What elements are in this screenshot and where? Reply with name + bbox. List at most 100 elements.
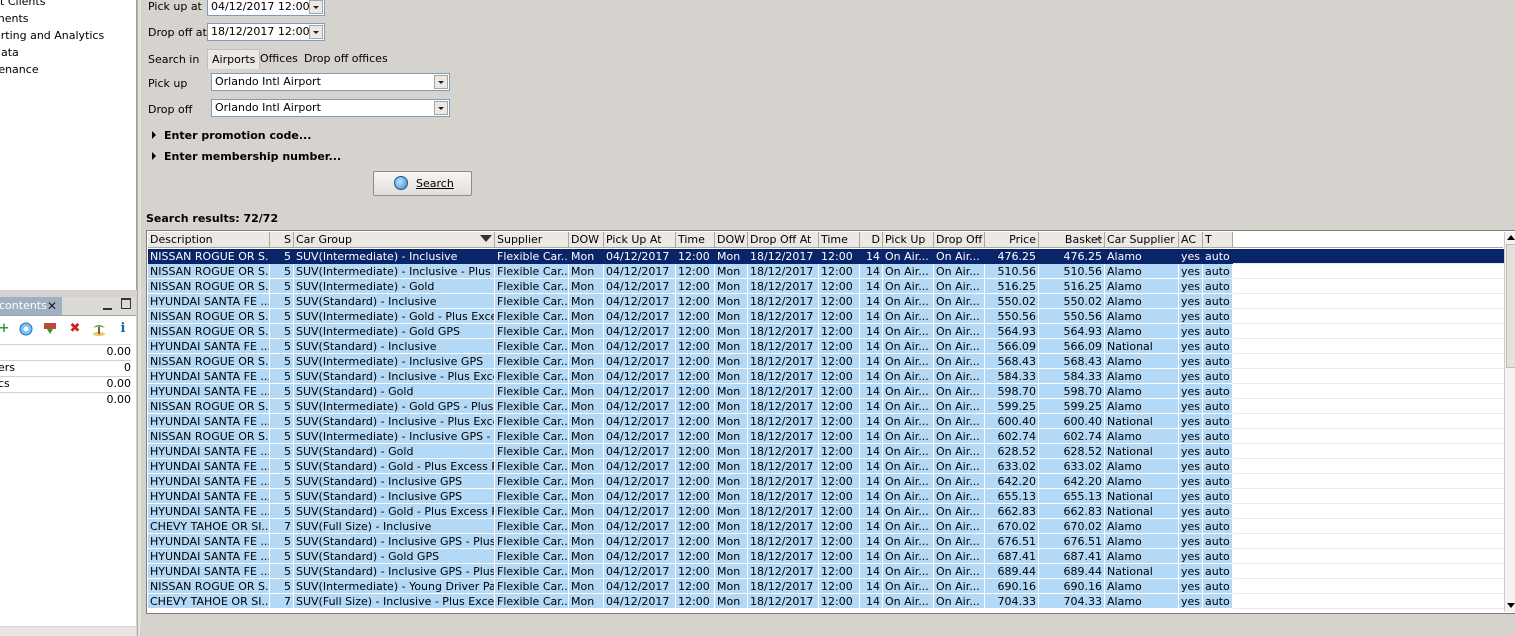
delete-icon[interactable]: ✖: [68, 322, 82, 336]
cell-pickup-time: 12:00: [676, 339, 715, 354]
table-row[interactable]: NISSAN ROGUE OR S... 5 SUV(Intermediate) -…: [148, 309, 1504, 324]
filter-icon[interactable]: [480, 235, 492, 242]
table-row[interactable]: HYUNDAI SANTA FE ... 5 SUV(Standard) - Gol…: [148, 504, 1504, 519]
download-icon[interactable]: [43, 322, 57, 336]
cell-dropoff-time: 12:00: [819, 564, 860, 579]
cell-dropoff-date: 18/12/2017: [748, 549, 819, 564]
pickup-datetime-field[interactable]: 04/12/2017 12:00: [207, 0, 325, 16]
column-header-pickup-date[interactable]: Pick Up At: [604, 232, 676, 248]
cell-car-supplier: National: [1105, 414, 1179, 429]
cell-price: 598.70: [985, 384, 1039, 399]
table-row[interactable]: HYUNDAI SANTA FE ... 5 SUV(Standard) - Inc…: [148, 414, 1504, 429]
pickup-location-select[interactable]: Orlando Intl Airport: [211, 73, 450, 91]
cell-dropoff-date: 18/12/2017: [748, 504, 819, 519]
cell-description: NISSAN ROGUE OR S...: [148, 399, 270, 414]
table-row[interactable]: NISSAN ROGUE OR S... 5 SUV(Intermediate) -…: [148, 264, 1504, 279]
nav-item-maintenance[interactable]: tenance: [0, 63, 39, 76]
panel-splitter[interactable]: [137, 0, 141, 636]
chevron-down-icon[interactable]: [309, 25, 323, 39]
maximize-icon[interactable]: [121, 298, 131, 309]
palm-tree-icon[interactable]: [92, 322, 106, 336]
cell-duration: 14: [860, 354, 883, 369]
table-row[interactable]: HYUNDAI SANTA FE ... 5 SUV(Standard) - Inc…: [148, 534, 1504, 549]
search-button[interactable]: Search: [373, 171, 472, 196]
column-header-description[interactable]: Description: [148, 232, 270, 248]
table-row[interactable]: HYUNDAI SANTA FE ... 5 SUV(Standard) - Gol…: [148, 459, 1504, 474]
table-row[interactable]: HYUNDAI SANTA FE ... 5 SUV(Standard) - Gol…: [148, 549, 1504, 564]
add-icon[interactable]: +: [0, 322, 11, 336]
column-header-ac[interactable]: AC: [1179, 232, 1203, 248]
table-row[interactable]: CHEVY TAHOE OR SI... 7 SUV(Full Size) - In…: [148, 519, 1504, 534]
cell-pickup-dow: Mon: [569, 504, 604, 519]
table-row[interactable]: HYUNDAI SANTA FE ... 5 SUV(Standard) - Inc…: [148, 294, 1504, 309]
cell-price: 550.02: [985, 294, 1039, 309]
table-row[interactable]: NISSAN ROGUE OR S... 5 SUV(Intermediate) -…: [148, 429, 1504, 444]
nav-item-payments[interactable]: ments: [0, 12, 29, 25]
chevron-down-icon[interactable]: [434, 101, 448, 115]
table-row[interactable]: HYUNDAI SANTA FE ... 5 SUV(Standard) - Inc…: [148, 339, 1504, 354]
table-row[interactable]: NISSAN ROGUE OR S... 5 SUV(Intermediate) -…: [148, 279, 1504, 294]
table-row[interactable]: CHEVY TAHOE OR SI... 7 SUV(Full Size) - In…: [148, 594, 1504, 609]
scrollbar-thumb[interactable]: [1506, 244, 1515, 368]
table-row[interactable]: NISSAN ROGUE OR S... 5 SUV(Intermediate) -…: [148, 399, 1504, 414]
table-row[interactable]: HYUNDAI SANTA FE ... 5 SUV(Standard) - Inc…: [148, 474, 1504, 489]
scroll-up-icon[interactable]: [1507, 235, 1515, 240]
column-header-pickup-time[interactable]: Time: [676, 232, 715, 248]
tab-offices[interactable]: Offices: [256, 49, 302, 69]
cell-dropoff-time: 12:00: [819, 579, 860, 594]
chevron-down-icon[interactable]: [434, 75, 448, 89]
cell-dropoff-location: On Air...: [934, 324, 985, 339]
column-header-duration[interactable]: D: [860, 232, 883, 248]
promotion-code-expander[interactable]: Enter promotion code...: [152, 129, 311, 142]
dropoff-datetime-field[interactable]: 18/12/2017 12:00: [207, 23, 325, 41]
table-row[interactable]: NISSAN ROGUE OR S... 5 SUV(Intermediate) -…: [148, 354, 1504, 369]
table-row[interactable]: HYUNDAI SANTA FE ... 5 SUV(Standard) - Inc…: [148, 489, 1504, 504]
column-header-car-supplier[interactable]: Car Supplier: [1105, 232, 1179, 248]
column-header-transmission[interactable]: T: [1203, 232, 1233, 248]
cell-dropoff-location: On Air...: [934, 459, 985, 474]
close-icon[interactable]: ✕: [47, 297, 57, 315]
nav-item-clients[interactable]: ct Clients: [0, 0, 45, 8]
column-header-dropoff-time[interactable]: Time: [819, 232, 860, 248]
column-header-dropoff-dow[interactable]: DOW: [715, 232, 748, 248]
cell-duration: 14: [860, 294, 883, 309]
contents-row-label: ers: [0, 361, 16, 374]
table-row[interactable]: NISSAN ROGUE OR S... 5 SUV(Intermediate) -…: [148, 249, 1504, 264]
column-header-pickup-dow[interactable]: DOW: [569, 232, 604, 248]
column-header-dropoff-location[interactable]: Drop Off: [934, 232, 985, 248]
cell-pickup-location: On Air...: [883, 399, 934, 414]
table-row[interactable]: HYUNDAI SANTA FE ... 5 SUV(Standard) - Inc…: [148, 564, 1504, 579]
cell-description: HYUNDAI SANTA FE ...: [148, 534, 270, 549]
column-header-seats[interactable]: S: [270, 232, 294, 248]
dropoff-location-select[interactable]: Orlando Intl Airport: [211, 99, 450, 117]
tab-airports[interactable]: Airports: [207, 49, 261, 69]
column-header-car-group[interactable]: Car Group: [294, 232, 495, 248]
tab-dropoff-offices[interactable]: Drop off offices: [300, 49, 392, 69]
column-header-pickup-location[interactable]: Pick Up: [883, 232, 934, 248]
table-row[interactable]: HYUNDAI SANTA FE ... 5 SUV(Standard) - Gol…: [148, 444, 1504, 459]
table-row[interactable]: HYUNDAI SANTA FE ... 5 SUV(Standard) - Inc…: [148, 369, 1504, 384]
table-row[interactable]: NISSAN ROGUE OR S... 5 SUV(Intermediate) -…: [148, 579, 1504, 594]
table-row[interactable]: NISSAN ROGUE OR S... 5 SUV(Intermediate) -…: [148, 324, 1504, 339]
scroll-down-icon[interactable]: [1507, 603, 1515, 608]
vertical-scrollbar[interactable]: [1504, 232, 1515, 612]
membership-number-expander[interactable]: Enter membership number...: [152, 150, 341, 163]
column-header-price[interactable]: Price: [985, 232, 1039, 248]
cell-dropoff-dow: Mon: [715, 399, 748, 414]
column-header-dropoff-date[interactable]: Drop Off At: [748, 232, 819, 248]
table-row[interactable]: HYUNDAI SANTA FE ... 5 SUV(Standard) - Gol…: [148, 384, 1504, 399]
nav-item-reporting[interactable]: orting and Analytics: [0, 29, 104, 42]
cell-pickup-date: 04/12/2017: [604, 444, 676, 459]
minimize-icon[interactable]: [103, 300, 112, 310]
nav-item-data[interactable]: data: [0, 46, 19, 59]
cell-transmission: auto: [1203, 534, 1233, 549]
sort-descending-icon: [1096, 238, 1102, 242]
tab-contents[interactable]: contents ✕: [0, 297, 62, 315]
horizontal-scrollbar[interactable]: [0, 627, 136, 636]
info-icon[interactable]: i: [116, 322, 130, 336]
refresh-icon[interactable]: [19, 322, 33, 336]
cell-description: HYUNDAI SANTA FE ...: [148, 474, 270, 489]
chevron-down-icon[interactable]: [309, 0, 323, 14]
column-header-supplier[interactable]: Supplier: [495, 232, 569, 248]
cell-dropoff-time: 12:00: [819, 549, 860, 564]
